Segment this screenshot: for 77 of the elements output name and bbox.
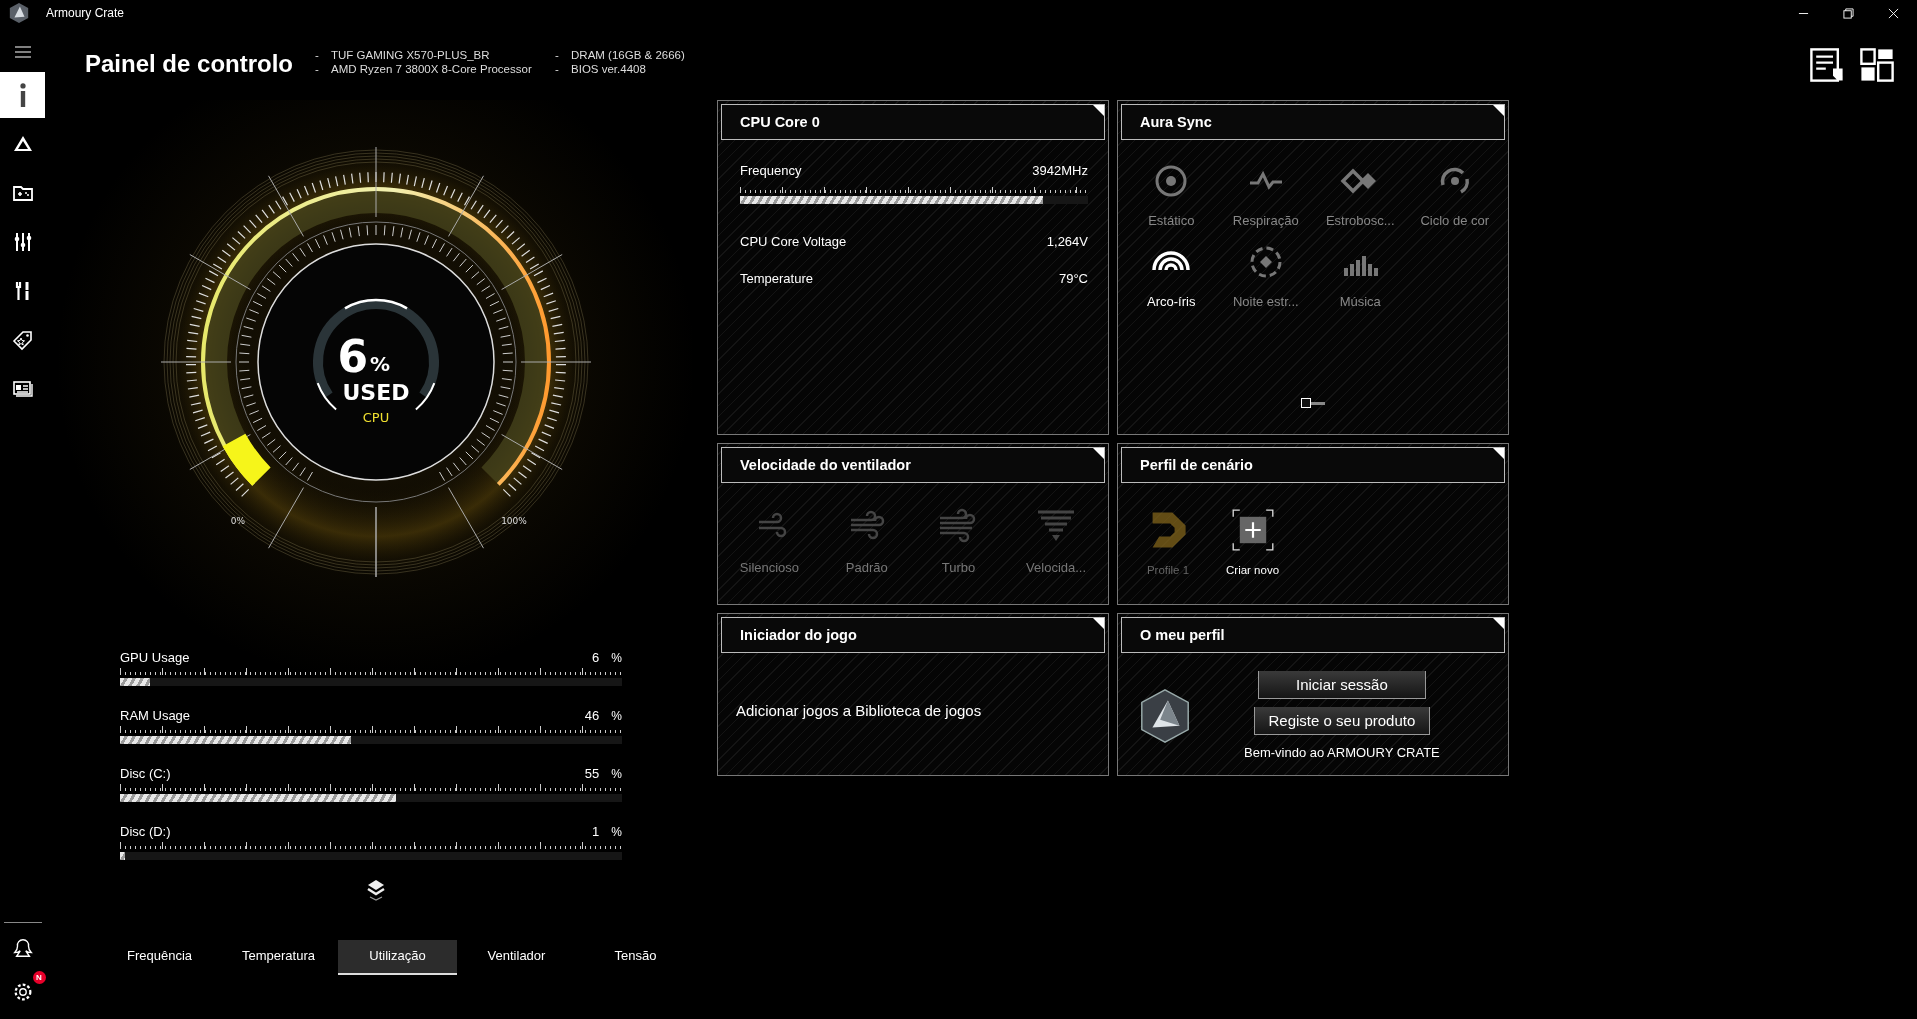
tab[interactable]: Utilização <box>338 940 457 975</box>
usage-label: Disc (D:) <box>120 824 172 839</box>
metric-value: 79°C <box>1058 271 1088 286</box>
corner-triangle-icon[interactable] <box>1493 105 1504 116</box>
usage-label: GPU Usage <box>120 650 191 665</box>
lighting-mode-item[interactable]: Noite estr... <box>1218 242 1313 309</box>
chevron-down-icon[interactable] <box>366 878 386 902</box>
usage-value: 46 <box>584 708 600 723</box>
panel-title: Velocidade do ventilador <box>739 457 911 473</box>
gauge-value: 6 <box>337 331 368 382</box>
gauge-source: CPU <box>362 410 390 425</box>
layout-icon[interactable] <box>1859 47 1895 83</box>
account-button[interactable]: Registe o seu produto <box>1253 707 1431 735</box>
user-silhouette-icon[interactable] <box>11 937 34 959</box>
metric-label: Temperature <box>740 271 813 286</box>
gauge-caption: USED <box>342 380 410 405</box>
metric-value: 1,264V <box>1046 234 1088 249</box>
corner-triangle-icon[interactable] <box>1493 618 1504 629</box>
lighting-mode-item[interactable]: Ciclo de cor <box>1407 161 1502 228</box>
panel-title: Aura Sync <box>1139 114 1212 130</box>
usage-unit: % <box>611 651 622 665</box>
lighting-mode-item[interactable]: Estático <box>1124 161 1219 228</box>
usage-value: 1 <box>592 824 600 839</box>
corner-triangle-icon[interactable] <box>1093 618 1104 629</box>
page-indicator[interactable] <box>1301 398 1311 408</box>
tab[interactable]: Ventilador <box>457 940 576 975</box>
system-info-text: TUF GAMING X570-PLUS_BR <box>331 49 490 61</box>
gauge-min-label: 0% <box>230 516 246 526</box>
welcome-text: Bem-vindo ao ARMOURY CRATE <box>1244 745 1440 760</box>
gauge-unit: % <box>370 352 391 376</box>
report-icon[interactable] <box>1809 47 1845 83</box>
close-icon[interactable] <box>1888 7 1899 19</box>
usage-label: Disc (C:) <box>120 766 172 781</box>
account-button[interactable]: Iniciar sessão <box>1257 671 1426 699</box>
add-icon <box>1230 508 1275 552</box>
restore-icon[interactable] <box>1843 7 1854 19</box>
metric-label: CPU Core Voltage <box>740 234 847 249</box>
bullet-mark: - <box>315 49 320 61</box>
app-logo-icon <box>8 2 30 24</box>
metric-value: 3942MHz <box>1032 163 1088 178</box>
sidebar-item[interactable] <box>0 72 45 118</box>
tag-star-icon <box>10 328 35 352</box>
usage-value: 55 <box>584 766 600 781</box>
panel-title: CPU Core 0 <box>739 114 820 130</box>
usage-value: 6 <box>592 650 600 665</box>
usage-unit: % <box>611 767 622 781</box>
notification-badge: N <box>32 971 46 984</box>
panel-title: O meu perfil <box>1139 627 1225 643</box>
metric-label: Frequency <box>740 163 802 178</box>
profile-item[interactable]: Criar novo <box>1226 508 1280 604</box>
gauge-max-label: 100% <box>501 516 527 526</box>
bullet-mark: - <box>555 49 560 61</box>
info-icon <box>19 83 26 107</box>
lighting-mode-item[interactable]: Estrobosc... <box>1313 161 1408 228</box>
bullet-mark: - <box>315 63 320 75</box>
menu-icon[interactable] <box>14 46 31 58</box>
panel-title: Perfil de cenário <box>1139 457 1253 473</box>
tab[interactable]: Frequência <box>100 940 219 975</box>
usage-unit: % <box>611 825 622 839</box>
panel-title: Iniciador do jogo <box>739 627 857 643</box>
lighting-mode-item[interactable]: Arco-íris <box>1124 242 1219 309</box>
tab[interactable]: Temperatura <box>219 940 338 975</box>
corner-triangle-icon[interactable] <box>1093 105 1104 116</box>
tab[interactable]: Tensão <box>576 940 695 975</box>
lighting-mode-item[interactable]: Respiração <box>1218 161 1313 228</box>
window-title: Armoury Crate <box>46 6 125 20</box>
corner-triangle-icon[interactable] <box>1493 448 1504 459</box>
page-title: Painel de controlo <box>85 50 294 78</box>
corner-triangle-icon[interactable] <box>1093 448 1104 459</box>
system-info-text: DRAM (16GB & 2666) <box>571 49 685 61</box>
system-info-text: AMD Ryzen 7 3800X 8-Core Processor <box>331 63 532 75</box>
lighting-mode-item[interactable]: Música <box>1313 242 1408 309</box>
bullet-mark: - <box>555 63 560 75</box>
launcher-message: Adicionar jogos a Biblioteca de jogos <box>736 702 983 719</box>
system-info-text: BIOS ver.4408 <box>571 63 646 75</box>
usage-label: RAM Usage <box>120 708 192 723</box>
usage-unit: % <box>611 709 622 723</box>
